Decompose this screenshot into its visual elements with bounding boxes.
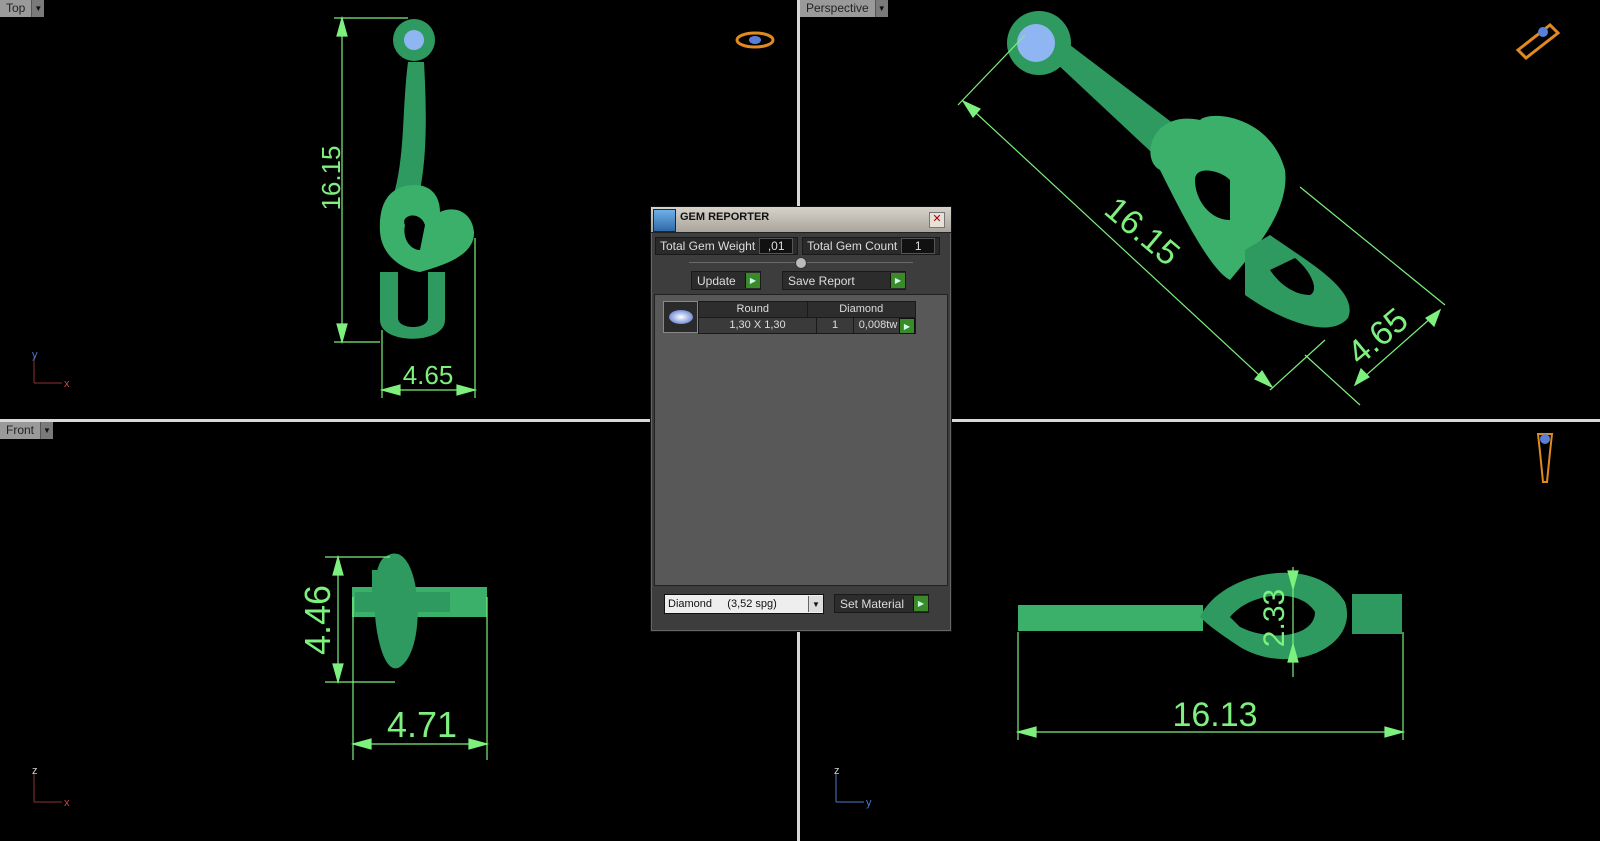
dim-right-height: 2.33: [1258, 589, 1291, 647]
chevron-down-icon[interactable]: ▼: [874, 0, 888, 17]
chevron-down-icon[interactable]: ▼: [808, 596, 823, 612]
totals-row: Total Gem Weight ,01 Total Gem Count 1: [655, 237, 941, 255]
viewport-name: Front: [0, 422, 41, 439]
set-material-label: Set Material: [840, 596, 905, 611]
gem-material: Diamond: [806, 302, 916, 317]
dialog-title-bar[interactable]: GEM REPORTER ✕: [651, 207, 951, 233]
gem-weight: 0,008tw: [858, 319, 898, 331]
axis-z-label-right: z: [834, 765, 840, 777]
viewport-name: Top: [0, 0, 32, 17]
chevron-down-icon[interactable]: ▼: [40, 422, 54, 439]
total-gem-count-field[interactable]: 1: [901, 238, 936, 254]
viewport-perspective-label[interactable]: Perspective ▼: [800, 0, 888, 17]
play-arrow-icon: ▶: [913, 596, 928, 611]
gem-reporter-dialog: GEM REPORTER ✕ Total Gem Weight ,01 Tota…: [650, 206, 952, 632]
gem-count: 1: [817, 318, 854, 333]
dim-perspective-width: 4.65: [1340, 301, 1415, 373]
close-icon[interactable]: ✕: [929, 212, 945, 228]
total-gem-count-label: Total Gem Count: [807, 239, 898, 253]
save-report-button[interactable]: Save Report ▶: [782, 271, 906, 290]
save-report-label: Save Report: [788, 273, 855, 288]
axis-y-label-top: y: [32, 349, 38, 361]
update-label: Update: [697, 273, 736, 288]
material-selected: Diamond (3,52 spg): [668, 598, 777, 610]
gem-cut: Round: [736, 303, 769, 315]
gem-reporter-icon: [653, 209, 676, 232]
viewport-front-label[interactable]: Front ▼: [0, 422, 54, 439]
pendant-model-top: [379, 19, 475, 339]
gem-entry-header: Round Diamond: [698, 301, 916, 318]
viewport-top-label[interactable]: Top ▼: [0, 0, 45, 17]
gem-entry[interactable]: Round Diamond 1,30 X 1,30 1 0,008tw: [698, 301, 916, 334]
dim-top-height: 16.15: [316, 145, 346, 210]
axis-triad-right: [835, 774, 864, 803]
dim-top-width: 4.65: [403, 360, 454, 390]
material-dropdown[interactable]: Diamond (3,52 spg) ▼: [664, 594, 824, 614]
gem-size: 1,30 X 1,30: [699, 318, 817, 333]
view-gizmo-right-icon[interactable]: [1536, 433, 1554, 483]
total-gem-count: Total Gem Count 1: [802, 237, 941, 255]
dialog-title: GEM REPORTER: [680, 211, 770, 223]
pendant-model-right: [1018, 572, 1402, 660]
collapse-toggle-icon[interactable]: [795, 257, 807, 269]
dim-front-width: 4.71: [387, 704, 457, 745]
axis-triad-top: [33, 357, 62, 384]
axis-x-label-top: x: [64, 378, 70, 390]
view-gizmo-top-icon[interactable]: [735, 31, 775, 49]
gem-entry-values: 1,30 X 1,30 1 0,008tw: [698, 318, 916, 334]
dim-front-height: 4.46: [297, 585, 338, 655]
total-gem-weight: Total Gem Weight ,01: [655, 237, 799, 255]
pendant-model-front: [352, 553, 487, 669]
round-diamond-icon[interactable]: [663, 301, 698, 333]
view-gizmo-perspective-icon[interactable]: [1515, 23, 1561, 60]
play-arrow-icon: ▶: [745, 273, 760, 288]
update-button[interactable]: Update ▶: [691, 271, 761, 290]
play-arrow-icon: ▶: [890, 273, 905, 288]
dim-perspective-length: 16.15: [1097, 190, 1187, 274]
chevron-down-icon[interactable]: ▼: [31, 0, 45, 17]
gem-select-arrow-icon[interactable]: ▶: [899, 318, 915, 334]
dim-right-width: 16.13: [1172, 696, 1257, 734]
axis-z-label-front: z: [32, 765, 38, 777]
total-gem-weight-label: Total Gem Weight: [660, 239, 756, 253]
total-gem-weight-field[interactable]: ,01: [759, 238, 794, 254]
gem-list: Round Diamond 1,30 X 1,30 1 0,008tw ▶: [654, 294, 948, 586]
pendant-model-perspective: [1007, 11, 1350, 328]
axis-triad-front: [33, 774, 62, 803]
set-material-button[interactable]: Set Material ▶: [834, 594, 929, 613]
axis-y-label-right: y: [866, 797, 872, 809]
viewport-name: Perspective: [800, 0, 875, 17]
axis-x-label-front: x: [64, 797, 70, 809]
